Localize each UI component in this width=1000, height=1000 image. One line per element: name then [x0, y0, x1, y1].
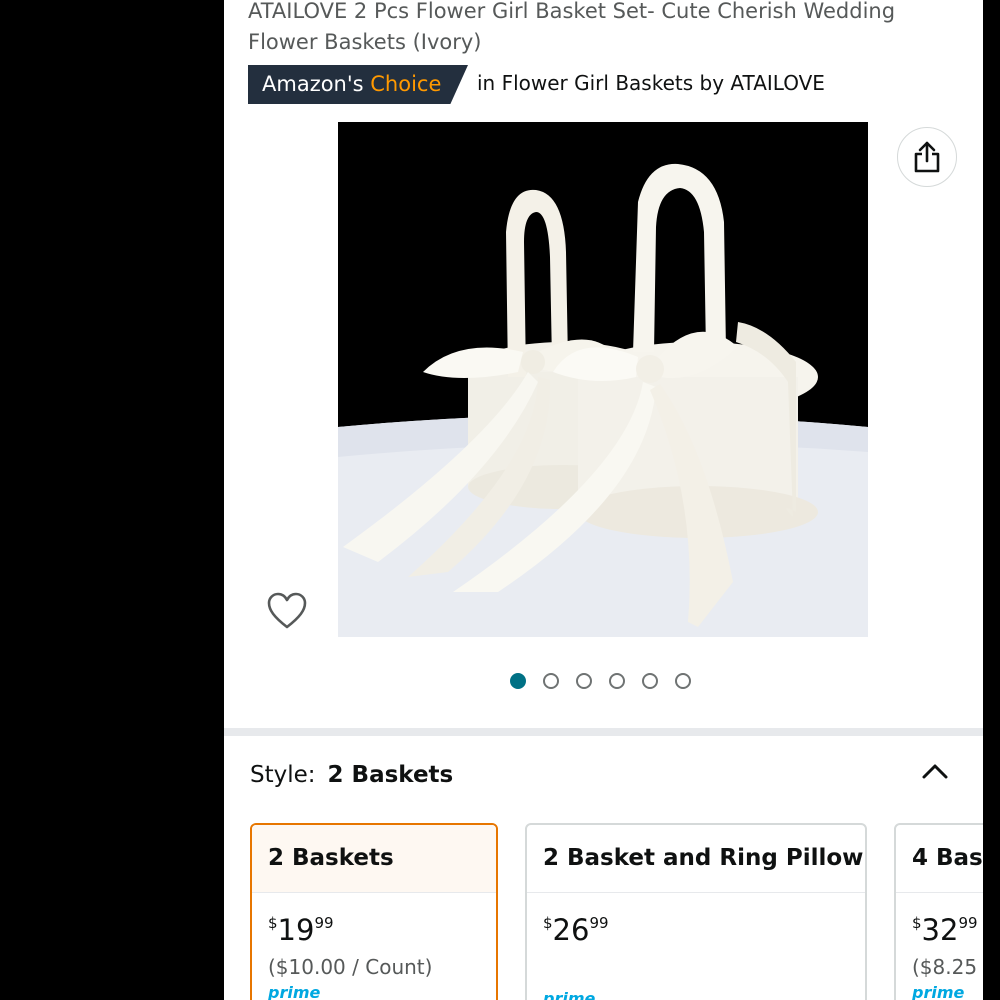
unit-price: ($8.25 — [912, 955, 978, 979]
style-selected-value: 2 Baskets — [327, 762, 454, 788]
price-whole: 26 — [552, 913, 590, 947]
style-option-card[interactable]: 2 Basket and Ring Pillow $2699 prime — [525, 823, 867, 1000]
style-option-name: 2 Basket and Ring Pillow — [527, 825, 865, 893]
price-fraction: 99 — [958, 914, 978, 932]
style-option-card[interactable]: 2 Baskets $1999 ($10.00 / Count) prime — [250, 823, 498, 1000]
pagination-dot[interactable] — [510, 673, 526, 689]
pagination-dot[interactable] — [576, 673, 592, 689]
pagination-dot[interactable] — [609, 673, 625, 689]
product-title[interactable]: ATAILOVE 2 Pcs Flower Girl Basket Set- C… — [248, 0, 938, 58]
product-photo — [338, 122, 868, 637]
style-option-price: $2699 — [527, 893, 865, 947]
share-icon — [914, 141, 940, 173]
chevron-up-icon — [922, 764, 948, 779]
collapse-style-button[interactable] — [920, 760, 950, 782]
style-option-price: $3299 — [896, 893, 983, 947]
pagination-dot[interactable] — [543, 673, 559, 689]
heart-outline-icon — [267, 592, 307, 629]
unit-price: ($10.00 / Count) — [268, 955, 433, 979]
style-option-name: 4 Bas — [896, 825, 983, 893]
style-selector-header[interactable]: Style: 2 Baskets — [250, 762, 453, 788]
add-to-wishlist-button[interactable] — [264, 588, 310, 634]
right-letterbox — [983, 0, 1000, 1000]
prime-badge: prime — [912, 983, 965, 1000]
section-divider — [224, 728, 983, 736]
prime-badge: prime — [268, 983, 321, 1000]
price-fraction: 99 — [314, 914, 334, 932]
price-whole: 32 — [921, 913, 959, 947]
price-symbol: $ — [268, 914, 278, 932]
unit-price — [527, 947, 865, 955]
price-whole: 19 — [277, 913, 315, 947]
image-pagination — [510, 673, 691, 691]
style-option-name: 2 Baskets — [252, 825, 496, 893]
price-fraction: 99 — [589, 914, 609, 932]
product-image[interactable] — [338, 122, 868, 637]
badge-prefix: Amazon's — [262, 72, 371, 96]
product-page: ATAILOVE 2 Pcs Flower Girl Basket Set- C… — [224, 0, 983, 1000]
style-label: Style: — [250, 762, 316, 788]
pagination-dot[interactable] — [642, 673, 658, 689]
badge-category-link[interactable]: in Flower Girl Baskets by ATAILOVE — [477, 71, 825, 95]
price-symbol: $ — [543, 914, 553, 932]
style-option-card[interactable]: 4 Bas $3299 ($8.25 prime — [894, 823, 983, 1000]
pagination-dot[interactable] — [675, 673, 691, 689]
prime-badge: prime — [543, 989, 596, 1000]
amazons-choice-badge[interactable]: Amazon's Choice — [248, 65, 468, 104]
style-option-price: $1999 — [252, 893, 496, 947]
left-letterbox — [0, 0, 224, 1000]
badge-accent: Choice — [370, 72, 442, 96]
share-button[interactable] — [897, 127, 957, 187]
price-symbol: $ — [912, 914, 922, 932]
badge-text: Amazon's Choice — [262, 72, 441, 96]
